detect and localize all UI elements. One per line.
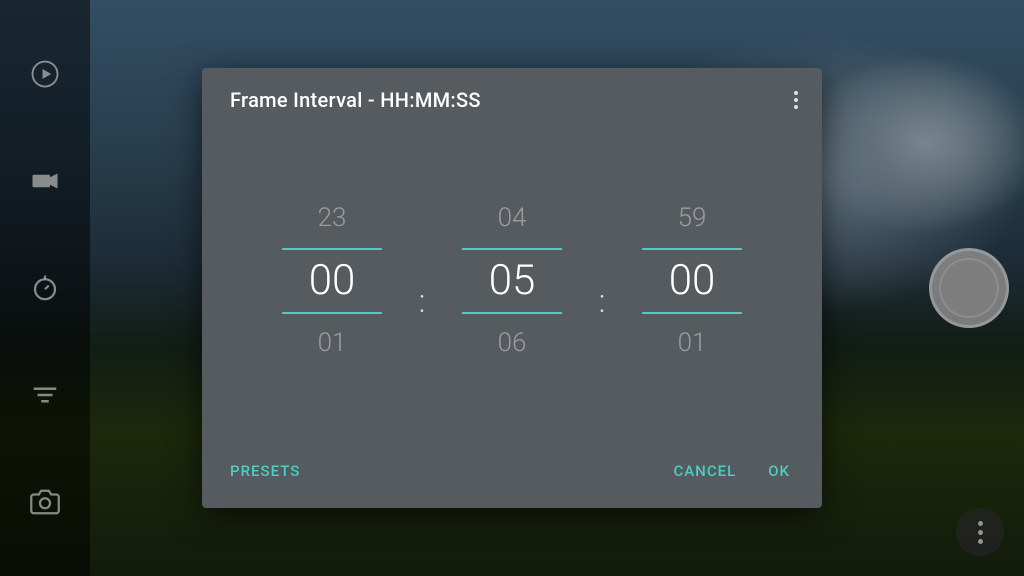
minutes-above-value: 04: [498, 203, 527, 234]
hours-col-below: 01: [267, 328, 397, 359]
dialog-header: Frame Interval - HH:MM:SS: [202, 68, 822, 128]
time-above-row: 23 04 59: [267, 203, 757, 234]
seconds-col-current[interactable]: 00: [627, 244, 757, 318]
dialog-more-button[interactable]: [794, 91, 798, 109]
minutes-col-above: 04: [447, 203, 577, 234]
dialog-overlay: Frame Interval - HH:MM:SS 23 04 59: [0, 0, 1024, 576]
time-current-row: 00 : 05 :: [267, 242, 757, 320]
seconds-above-value: 59: [678, 203, 707, 234]
hours-above-value: 23: [318, 203, 347, 234]
hours-value-wrapper: 00: [282, 244, 382, 318]
hours-bottom-line: [282, 312, 382, 314]
colon-1: :: [397, 242, 447, 320]
time-picker: 23 04 59 00: [202, 128, 822, 444]
hours-current-value: 00: [309, 254, 356, 308]
seconds-col-above: 59: [627, 203, 757, 234]
presets-button[interactable]: PRESETS: [226, 454, 304, 488]
seconds-col-below: 01: [627, 328, 757, 359]
minutes-below-value: 06: [498, 328, 527, 359]
colon-separator-2: :: [599, 282, 606, 320]
minutes-value-wrapper: 05: [462, 244, 562, 318]
minutes-top-line: [462, 248, 562, 250]
seconds-below-value: 01: [678, 328, 707, 359]
colon-separator-1: :: [419, 282, 426, 320]
frame-interval-dialog: Frame Interval - HH:MM:SS 23 04 59: [202, 68, 822, 508]
hours-col-current[interactable]: 00: [267, 244, 397, 318]
hours-below-value: 01: [318, 328, 347, 359]
seconds-bottom-line: [642, 312, 742, 314]
minutes-current-value: 05: [489, 254, 536, 308]
ok-button[interactable]: OK: [752, 454, 798, 488]
minutes-bottom-line: [462, 312, 562, 314]
dialog-actions: PRESETS CANCEL OK: [202, 444, 822, 508]
seconds-value-wrapper: 00: [642, 244, 742, 318]
seconds-current-value: 00: [669, 254, 716, 308]
hours-col-above: 23: [267, 203, 397, 234]
minutes-col-below: 06: [447, 328, 577, 359]
colon-2: :: [577, 242, 627, 320]
time-below-row: 01 06 01: [267, 328, 757, 359]
cancel-button[interactable]: CANCEL: [657, 454, 752, 488]
dialog-title: Frame Interval - HH:MM:SS: [230, 88, 481, 112]
seconds-top-line: [642, 248, 742, 250]
minutes-col-current[interactable]: 05: [447, 244, 577, 318]
hours-top-line: [282, 248, 382, 250]
